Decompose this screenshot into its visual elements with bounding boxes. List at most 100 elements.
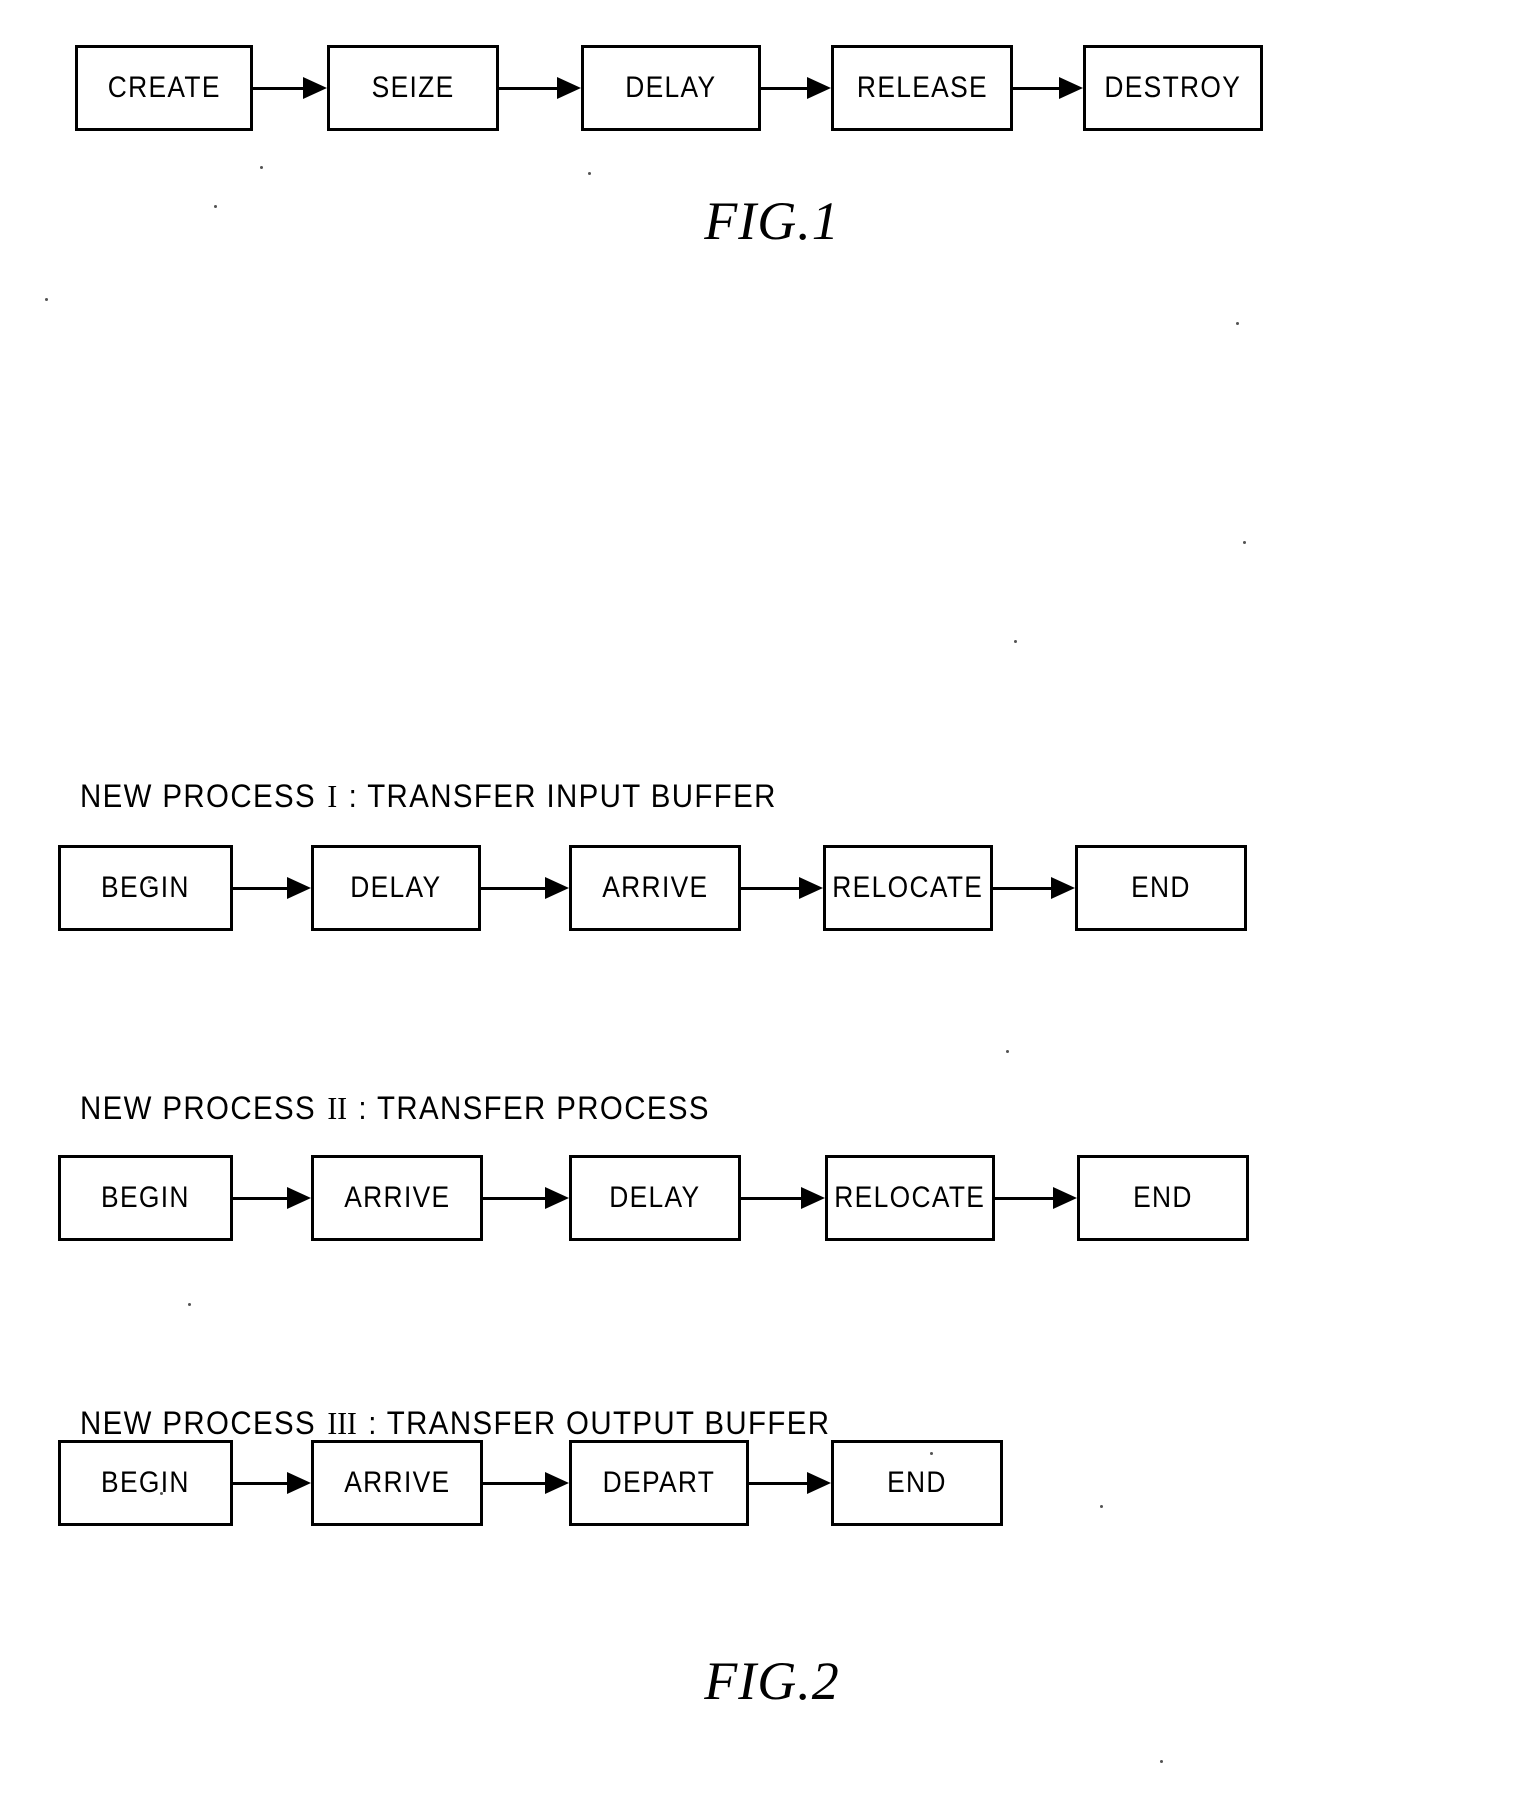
flow-node[interactable]: DELAY [311, 845, 481, 931]
arrow-shaft [741, 1196, 803, 1200]
arrow-head [545, 1187, 569, 1209]
flow-arrow-icon [233, 876, 311, 900]
flow-node[interactable]: BEGIN [58, 1440, 233, 1526]
scan-speck [930, 1452, 933, 1455]
process-3-header-prefix: NEW PROCESS [80, 1405, 317, 1441]
figure-2-caption: FIG.2 [704, 1651, 840, 1711]
flow-arrow-icon [749, 1471, 831, 1495]
flow-node-label: END [1131, 871, 1191, 904]
scan-speck [1243, 541, 1246, 544]
arrow-head [545, 877, 569, 899]
flow-node-label: SEIZE [371, 71, 455, 104]
scan-speck [45, 298, 48, 301]
arrow-head [287, 877, 311, 899]
flow-node-label: BEGIN [101, 1466, 190, 1499]
arrow-shaft [1013, 86, 1061, 90]
flow-node-label: BEGIN [101, 871, 190, 904]
flow-node[interactable]: END [1077, 1155, 1249, 1241]
flow-node-label: DELAY [350, 871, 442, 904]
arrow-head [799, 877, 823, 899]
figure-1-caption: FIG.1 [704, 191, 840, 251]
arrow-head [287, 1472, 311, 1494]
arrow-head [801, 1187, 825, 1209]
flow-arrow-icon [761, 76, 831, 100]
flow-node[interactable]: DELAY [569, 1155, 741, 1241]
flow-node-label: RELEASE [856, 71, 988, 104]
flow-node-label: ARRIVE [601, 871, 709, 904]
arrow-shaft [995, 1196, 1055, 1200]
figure-1-flow: CREATE SEIZE DELAY RELEASE DESTROY [75, 45, 1263, 131]
flow-node[interactable]: DEPART [569, 1440, 749, 1526]
flow-arrow-icon [253, 76, 327, 100]
flow-node[interactable]: ARRIVE [311, 1440, 483, 1526]
scan-speck [1006, 1050, 1009, 1053]
arrow-shaft [993, 886, 1053, 890]
scan-speck [214, 205, 217, 208]
flow-node-label: END [1133, 1181, 1193, 1214]
scan-speck [1100, 1505, 1103, 1508]
arrow-head [1053, 1187, 1077, 1209]
flow-node-label: ARRIVE [343, 1181, 451, 1214]
arrow-shaft [481, 886, 547, 890]
arrow-shaft [761, 86, 809, 90]
flow-arrow-icon [481, 876, 569, 900]
flow-node-label: BEGIN [101, 1181, 190, 1214]
flow-node-label: DELAY [625, 71, 717, 104]
arrow-shaft [233, 886, 289, 890]
arrow-shaft [253, 86, 305, 90]
process-2-header: NEW PROCESS II : TRANSFER PROCESS [80, 1090, 710, 1127]
flow-node-label: DESTROY [1104, 71, 1242, 104]
arrow-shaft [483, 1481, 547, 1485]
process-1-header-suffix: : TRANSFER INPUT BUFFER [348, 778, 777, 814]
flow-node[interactable]: END [1075, 845, 1247, 931]
process-3-roman-numeral: III [327, 1405, 357, 1441]
arrow-shaft [749, 1481, 809, 1485]
process-1-header-prefix: NEW PROCESS [80, 778, 317, 814]
flow-node[interactable]: CREATE [75, 45, 253, 131]
flow-arrow-icon [233, 1186, 311, 1210]
process-2-header-prefix: NEW PROCESS [80, 1090, 317, 1126]
flow-node[interactable]: DELAY [581, 45, 761, 131]
flow-node[interactable]: END [831, 1440, 1003, 1526]
arrow-head [557, 77, 581, 99]
flow-arrow-icon [995, 1186, 1077, 1210]
flow-arrow-icon [1013, 76, 1083, 100]
flow-node[interactable]: DESTROY [1083, 45, 1263, 131]
scan-speck [588, 172, 591, 175]
arrow-shaft [741, 886, 801, 890]
arrow-shaft [499, 86, 559, 90]
flow-node[interactable]: BEGIN [58, 1155, 233, 1241]
flow-node[interactable]: ARRIVE [569, 845, 741, 931]
flow-node-label: RELOCATE [832, 871, 984, 904]
flow-node[interactable]: RELOCATE [823, 845, 993, 931]
arrow-shaft [233, 1481, 289, 1485]
flow-arrow-icon [483, 1186, 569, 1210]
flow-node[interactable]: ARRIVE [311, 1155, 483, 1241]
flow-node-label: END [887, 1466, 947, 1499]
scan-speck [1014, 640, 1017, 643]
patent-figure-sheet: CREATE SEIZE DELAY RELEASE DESTROY FIG.1… [0, 0, 1524, 1820]
flow-node-label: CREATE [107, 71, 221, 104]
arrow-shaft [233, 1196, 289, 1200]
flow-arrow-icon [741, 1186, 825, 1210]
process-1-roman-numeral: I [327, 778, 338, 814]
flow-node-label: DELAY [609, 1181, 701, 1214]
flow-node[interactable]: RELOCATE [825, 1155, 995, 1241]
scan-speck [260, 166, 263, 169]
scan-speck [188, 1303, 191, 1306]
flow-node-label: RELOCATE [834, 1181, 986, 1214]
flow-arrow-icon [233, 1471, 311, 1495]
arrow-head [287, 1187, 311, 1209]
flow-node[interactable]: RELEASE [831, 45, 1013, 131]
flow-node-label: DEPART [602, 1466, 716, 1499]
flow-node[interactable]: SEIZE [327, 45, 499, 131]
arrow-head [1059, 77, 1083, 99]
scan-speck [1160, 1760, 1163, 1763]
flow-arrow-icon [741, 876, 823, 900]
process-3-header: NEW PROCESS III : TRANSFER OUTPUT BUFFER [80, 1405, 830, 1442]
process-1-header: NEW PROCESS I : TRANSFER INPUT BUFFER [80, 778, 777, 815]
scan-speck [160, 1492, 163, 1495]
flow-node[interactable]: BEGIN [58, 845, 233, 931]
process-1-flow: BEGIN DELAY ARRIVE RELOCATE END [58, 845, 1247, 931]
arrow-head [807, 1472, 831, 1494]
